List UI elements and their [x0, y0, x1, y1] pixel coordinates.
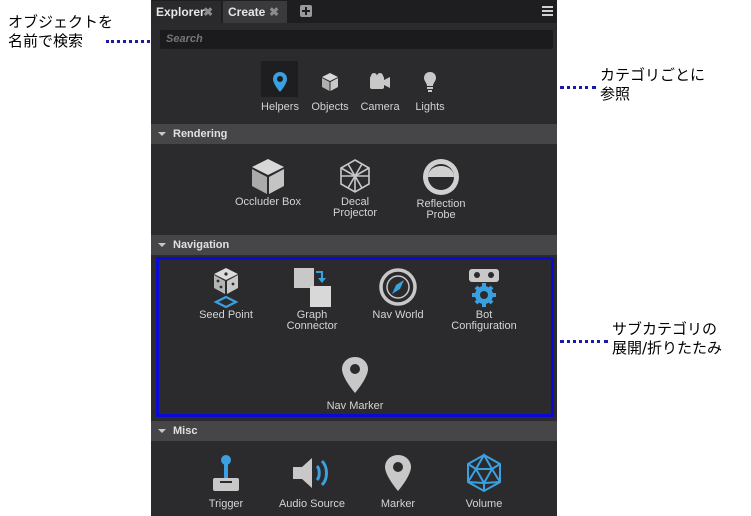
- item-audio-source[interactable]: Audio Source: [272, 453, 352, 510]
- location-pin-icon: [342, 357, 368, 393]
- close-icon[interactable]: ✖: [203, 1, 213, 23]
- category-label: Helpers: [261, 101, 299, 113]
- section-title: Rendering: [173, 128, 228, 140]
- collapse-arrow-icon[interactable]: [158, 132, 166, 136]
- category-annotation: カテゴリごとに 参照: [600, 66, 705, 104]
- item-marker[interactable]: Marker: [358, 453, 438, 510]
- dice-seed-icon: [213, 268, 239, 308]
- item-bot-configuration[interactable]: Bot Configuration: [444, 266, 524, 332]
- item-nav-marker[interactable]: Nav Marker: [315, 355, 395, 412]
- item-label: Seed Point: [199, 309, 253, 321]
- annotation-line: 参照: [600, 85, 631, 103]
- category-annotation-leader: [560, 86, 596, 89]
- item-label: Graph Connector: [286, 309, 338, 332]
- volume-icosahedron-icon: [467, 453, 501, 493]
- item-trigger[interactable]: Trigger: [186, 453, 266, 510]
- annotation-line: 名前で検索: [8, 32, 84, 50]
- item-label: Occluder Box: [234, 196, 302, 208]
- close-icon[interactable]: ✖: [269, 1, 279, 23]
- item-nav-world[interactable]: Nav World: [358, 266, 438, 321]
- item-graph-connector[interactable]: Graph Connector: [272, 266, 352, 332]
- category-label: Objects: [311, 101, 349, 113]
- location-pin-icon: [273, 72, 287, 92]
- item-label: Decal Projector: [332, 196, 378, 219]
- annotation-line: カテゴリごとに: [600, 66, 706, 84]
- annotation-line: 展開/折りたたみ: [612, 339, 723, 357]
- section-title: Navigation: [173, 239, 230, 251]
- item-label: Trigger: [208, 498, 244, 510]
- search-input[interactable]: [160, 30, 553, 49]
- tab-create[interactable]: Create ✖: [223, 1, 287, 23]
- create-panel: Explorer ✖ Create ✖ Helpers: [151, 0, 557, 516]
- item-seed-point[interactable]: Seed Point: [186, 266, 266, 321]
- item-label: Nav World: [372, 309, 424, 321]
- add-tab-icon[interactable]: [299, 4, 313, 18]
- section-header-misc[interactable]: Misc: [151, 421, 557, 441]
- wireframe-cube-icon: [340, 159, 370, 193]
- camera-icon: [370, 73, 390, 89]
- category-helpers[interactable]: Helpers: [254, 61, 306, 119]
- collapse-arrow-icon[interactable]: [158, 243, 166, 247]
- compass-icon: [379, 268, 417, 306]
- section-title: Misc: [173, 425, 198, 437]
- tab-label: Explorer: [156, 5, 205, 19]
- location-pin-icon: [385, 455, 411, 491]
- item-occluder-box[interactable]: Occluder Box: [228, 157, 308, 208]
- item-decal-projector[interactable]: Decal Projector: [315, 157, 395, 219]
- search-annotation-leader: [106, 40, 150, 43]
- annotation-line: オブジェクトを: [8, 13, 114, 31]
- category-label: Camera: [360, 101, 400, 113]
- menu-icon[interactable]: [542, 5, 553, 16]
- category-lights[interactable]: Lights: [404, 61, 456, 119]
- tab-bar: Explorer ✖ Create ✖: [151, 0, 557, 23]
- section-header-navigation[interactable]: Navigation: [151, 235, 557, 255]
- cube-icon: [322, 73, 338, 91]
- tab-label: Create: [228, 5, 266, 19]
- bot-gear-icon: [469, 269, 499, 307]
- search-annotation: オブジェクトを 名前で検索: [8, 13, 113, 51]
- category-bar: Helpers Objects Camera Lights: [151, 57, 557, 120]
- subcategory-annotation: サブカテゴリの 展開/折りたたみ: [612, 320, 722, 358]
- item-label: Marker: [380, 498, 416, 510]
- section-header-rendering[interactable]: Rendering: [151, 124, 557, 144]
- tab-explorer[interactable]: Explorer ✖: [151, 1, 221, 23]
- category-objects[interactable]: Objects: [304, 61, 356, 119]
- joystick-icon: [213, 455, 239, 491]
- subcategory-annotation-leader: [560, 340, 608, 343]
- graph-connector-icon: [294, 268, 331, 307]
- item-label: Audio Source: [278, 498, 346, 510]
- item-label: Reflection Probe: [416, 198, 466, 221]
- item-label: Bot Configuration: [451, 309, 517, 332]
- speaker-icon: [293, 458, 328, 488]
- annotation-line: サブカテゴリの: [612, 320, 718, 338]
- category-camera[interactable]: Camera: [354, 61, 406, 119]
- item-label: Volume: [465, 498, 503, 510]
- collapse-arrow-icon[interactable]: [158, 429, 166, 433]
- item-volume[interactable]: Volume: [444, 453, 524, 510]
- item-label: Nav Marker: [326, 400, 384, 412]
- lightbulb-icon: [424, 72, 436, 92]
- category-label: Lights: [415, 101, 445, 113]
- item-reflection-probe[interactable]: Reflection Probe: [401, 157, 481, 221]
- cube-icon: [252, 159, 284, 194]
- reflection-sphere-icon: [423, 159, 459, 195]
